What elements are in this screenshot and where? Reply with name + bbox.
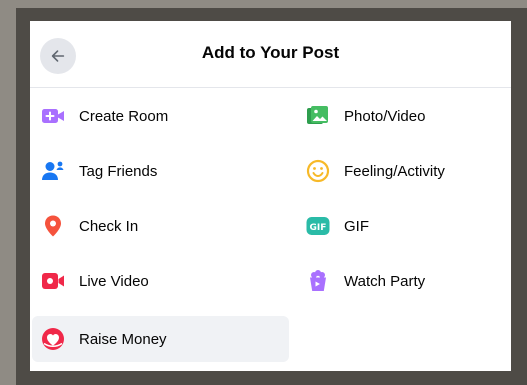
gif-option[interactable]: GIF GIF xyxy=(298,203,498,249)
video-plus-icon xyxy=(41,104,65,128)
tag-friends-label: Tag Friends xyxy=(79,162,158,180)
create-room-label: Create Room xyxy=(79,107,169,125)
tag-people-icon xyxy=(41,159,65,183)
watch-party-option[interactable]: Watch Party xyxy=(298,258,498,304)
popcorn-icon xyxy=(306,269,330,293)
dialog-header: Add to Your Post xyxy=(30,21,511,88)
raise-money-label: Raise Money xyxy=(79,330,167,348)
feeling-activity-label: Feeling/Activity xyxy=(344,162,445,180)
live-video-icon xyxy=(41,269,65,293)
location-pin-icon xyxy=(41,214,65,238)
tag-friends-option[interactable]: Tag Friends xyxy=(32,148,289,194)
raise-money-option[interactable]: Raise Money xyxy=(32,316,289,362)
watch-party-label: Watch Party xyxy=(344,272,426,290)
gif-badge-text: GIF xyxy=(310,223,327,233)
dialog-title: Add to Your Post xyxy=(201,43,340,62)
create-room-option[interactable]: Create Room xyxy=(32,93,289,139)
gif-label: GIF xyxy=(344,217,369,235)
check-in-option[interactable]: Check In xyxy=(32,203,289,249)
photo-video-label: Photo/Video xyxy=(344,107,426,125)
live-video-option[interactable]: Live Video xyxy=(32,258,289,304)
photo-icon xyxy=(306,104,330,128)
live-video-label: Live Video xyxy=(79,272,149,290)
photo-video-option[interactable]: Photo/Video xyxy=(298,93,498,139)
smiley-icon xyxy=(306,159,330,183)
check-in-label: Check In xyxy=(79,217,139,235)
gif-icon: GIF xyxy=(306,214,330,238)
fundraiser-heart-icon xyxy=(41,327,65,351)
add-to-post-dialog: Add to Your Post Create Room Photo/Video… xyxy=(30,21,511,371)
feeling-activity-option[interactable]: Feeling/Activity xyxy=(298,148,498,194)
